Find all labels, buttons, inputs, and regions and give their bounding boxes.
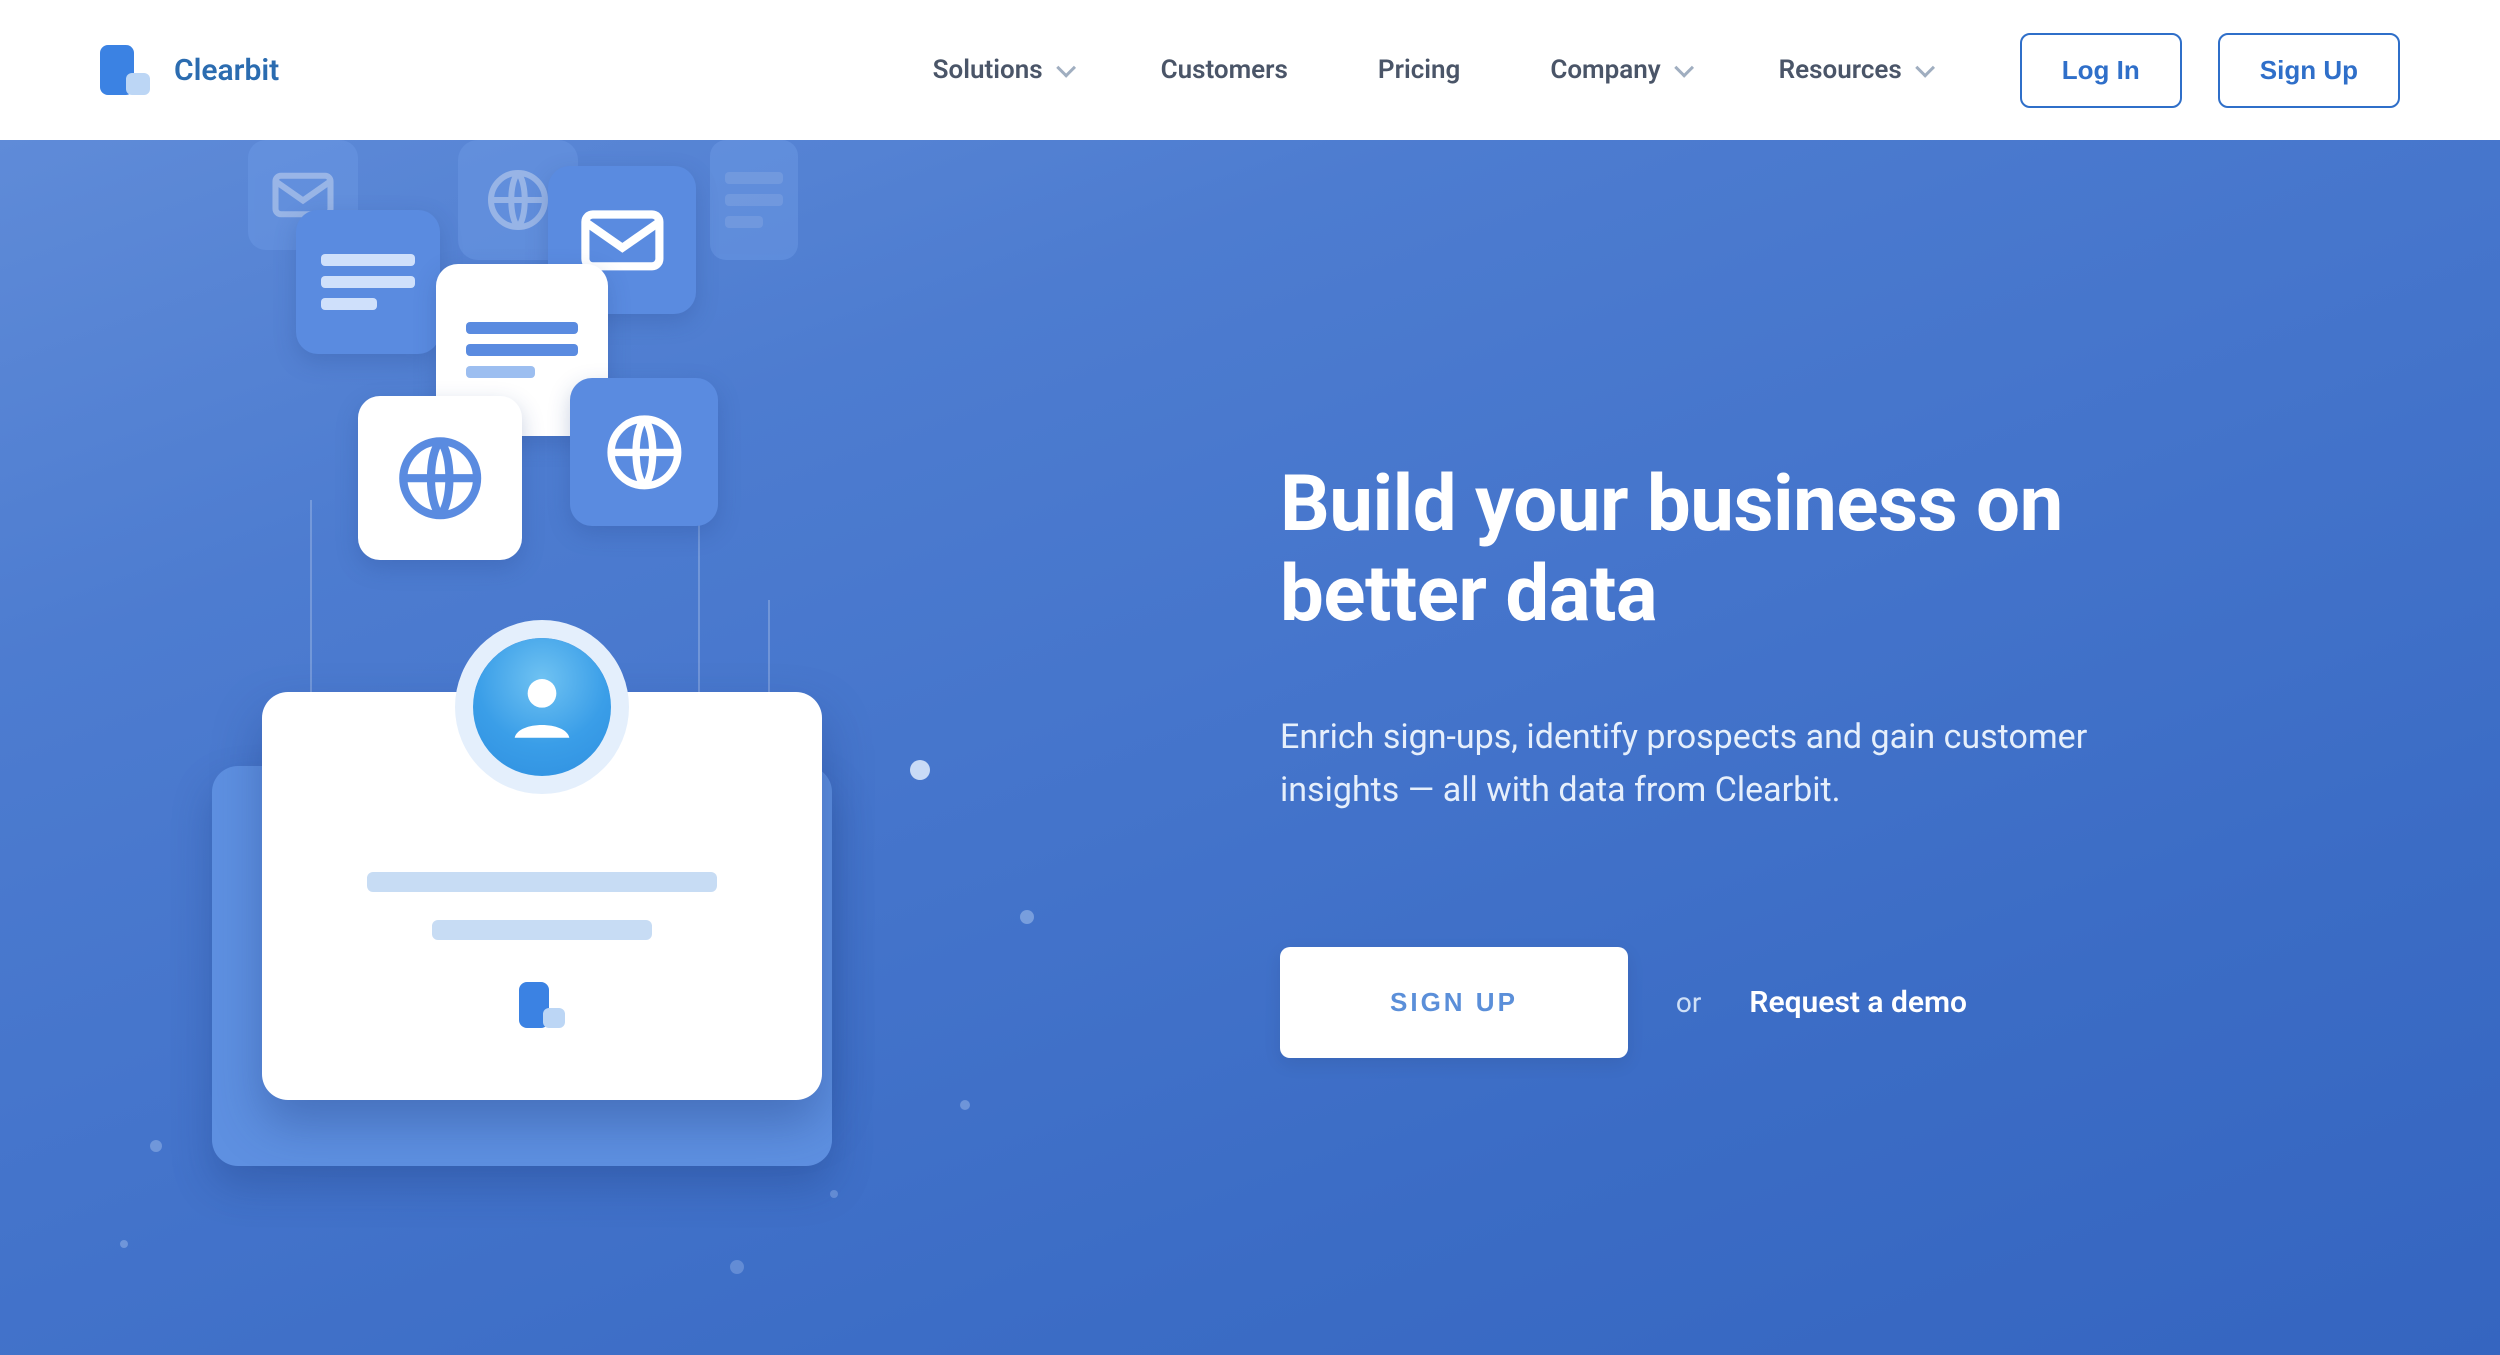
signup-button[interactable]: Sign Up bbox=[2218, 33, 2400, 108]
brand[interactable]: Clearbit bbox=[100, 45, 279, 95]
decorative-dot bbox=[150, 1140, 162, 1152]
nav-actions: Log In Sign Up bbox=[2020, 33, 2400, 108]
avatar bbox=[473, 638, 611, 776]
clearbit-logo-icon bbox=[100, 45, 150, 95]
hero-signup-button[interactable]: SIGN UP bbox=[1280, 947, 1628, 1058]
hero-illustration bbox=[0, 140, 1120, 1355]
cta-or-text: or bbox=[1676, 986, 1701, 1019]
nav-link-pricing[interactable]: Pricing bbox=[1378, 55, 1460, 85]
decorative-dot bbox=[830, 1190, 838, 1198]
document-icon bbox=[296, 210, 440, 354]
hero-title-line: Build your business on bbox=[1280, 459, 2063, 550]
clearbit-logo-icon bbox=[519, 982, 565, 1028]
request-demo-link[interactable]: Request a demo bbox=[1749, 985, 1967, 1020]
decorative-dot bbox=[910, 760, 930, 780]
nav-link-label: Solutions bbox=[933, 55, 1043, 85]
hero-title: Build your business on better data bbox=[1280, 460, 2380, 639]
hero-cta-row: SIGN UP or Request a demo bbox=[1280, 947, 2380, 1058]
hero-section: Build your business on better data Enric… bbox=[0, 140, 2500, 1355]
hero-copy: Build your business on better data Enric… bbox=[1120, 140, 2500, 1355]
person-icon bbox=[501, 666, 583, 748]
decorative-dot bbox=[730, 1260, 744, 1274]
placeholder-bar bbox=[432, 920, 652, 940]
top-nav: Clearbit Solutions Customers Pricing Com… bbox=[0, 0, 2500, 140]
document-icon bbox=[710, 140, 798, 260]
globe-icon bbox=[570, 378, 718, 526]
profile-card-front bbox=[262, 692, 822, 1100]
login-button[interactable]: Log In bbox=[2020, 33, 2182, 108]
hero-subtitle: Enrich sign-ups, identify prospects and … bbox=[1280, 711, 2180, 816]
brand-name: Clearbit bbox=[174, 53, 279, 88]
hero-title-line: better data bbox=[1280, 549, 1657, 640]
nav-link-customers[interactable]: Customers bbox=[1161, 55, 1288, 85]
nav-link-label: Resources bbox=[1779, 55, 1902, 85]
placeholder-bar bbox=[367, 872, 717, 892]
chevron-down-icon bbox=[1056, 58, 1076, 78]
decorative-dot bbox=[120, 1240, 128, 1248]
decorative-dot bbox=[1020, 910, 1034, 924]
decorative-dot bbox=[960, 1100, 970, 1110]
nav-link-company[interactable]: Company bbox=[1550, 55, 1688, 85]
chevron-down-icon bbox=[1915, 58, 1935, 78]
nav-link-resources[interactable]: Resources bbox=[1779, 55, 1930, 85]
nav-link-label: Customers bbox=[1161, 55, 1288, 85]
nav-link-label: Pricing bbox=[1378, 55, 1460, 85]
nav-link-solutions[interactable]: Solutions bbox=[933, 55, 1071, 85]
nav-links: Solutions Customers Pricing Company Reso… bbox=[933, 55, 1930, 85]
nav-link-label: Company bbox=[1550, 55, 1660, 85]
chevron-down-icon bbox=[1674, 58, 1694, 78]
globe-icon bbox=[358, 396, 522, 560]
